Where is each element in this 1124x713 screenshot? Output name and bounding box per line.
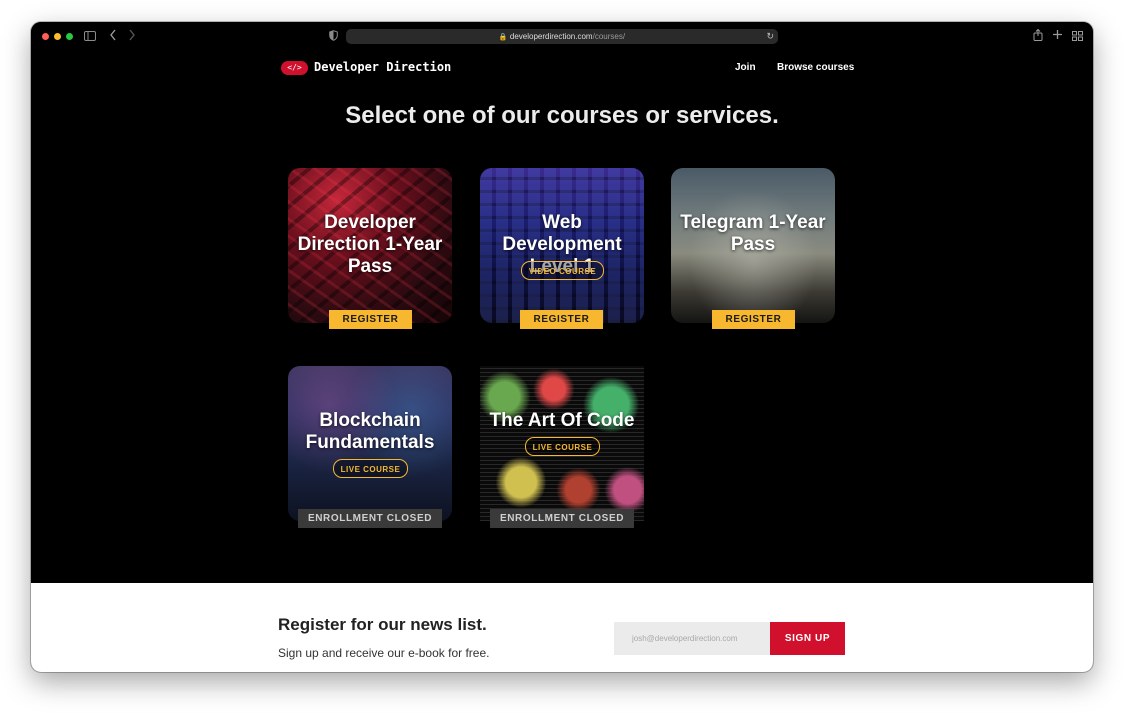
url-path: /courses/	[592, 32, 626, 41]
close-window-button[interactable]	[42, 33, 49, 40]
course-card[interactable]: Developer Direction 1-Year Pass	[288, 168, 452, 323]
minimize-window-button[interactable]	[54, 33, 61, 40]
register-button[interactable]: REGISTER	[712, 310, 795, 329]
course-card[interactable]: The Art Of Code LIVE COURSE	[480, 366, 644, 521]
nav-browse-courses-link[interactable]: Browse courses	[777, 62, 854, 73]
course-card[interactable]: Web Development Level 1 VIDEO COURSE	[480, 168, 644, 323]
back-icon[interactable]	[109, 29, 117, 44]
course-card[interactable]: Blockchain Fundamentals LIVE COURSE	[288, 366, 452, 521]
zoom-window-button[interactable]	[66, 33, 73, 40]
sign-up-button[interactable]: SIGN UP	[770, 622, 845, 655]
course-type-badge: LIVE COURSE	[333, 459, 408, 478]
tab-overview-icon[interactable]	[1072, 30, 1083, 44]
card-title: The Art Of Code	[489, 410, 635, 431]
nav-join-link[interactable]: Join	[735, 62, 756, 73]
register-button[interactable]: REGISTER	[329, 310, 412, 329]
browser-toolbar: 🔒 developerdirection.com/courses/ ↻	[31, 22, 1093, 52]
register-button[interactable]: REGISTER	[520, 310, 603, 329]
card-title: Developer Direction 1-Year Pass	[297, 212, 443, 277]
card-title: Blockchain Fundamentals	[305, 410, 435, 453]
newsletter-section: Register for our news list. Sign up and …	[31, 583, 1093, 672]
browser-window: 🔒 developerdirection.com/courses/ ↻ </> …	[31, 22, 1093, 672]
page-title: Select one of our courses or services.	[345, 102, 779, 129]
enrollment-closed-button[interactable]: ENROLLMENT CLOSED	[490, 509, 634, 528]
course-type-badge: LIVE COURSE	[525, 437, 600, 456]
newsletter-subtitle: Sign up and receive our e-book for free.	[278, 646, 490, 660]
share-icon[interactable]	[1033, 28, 1043, 44]
url-domain: developerdirection.com	[509, 32, 593, 41]
forward-icon[interactable]	[128, 29, 136, 44]
privacy-shield-icon[interactable]	[329, 30, 338, 44]
reload-icon[interactable]: ↻	[766, 29, 774, 44]
logo-badge[interactable]: </>	[281, 61, 308, 75]
site-name[interactable]: Developer Direction	[314, 60, 451, 74]
course-type-badge: VIDEO COURSE	[521, 261, 604, 280]
card-title: Telegram 1-Year Pass	[680, 212, 826, 255]
email-input[interactable]	[614, 622, 770, 655]
address-bar[interactable]: 🔒 developerdirection.com/courses/ ↻	[346, 29, 778, 44]
newsletter-title: Register for our news list.	[278, 615, 487, 634]
sidebar-icon[interactable]	[84, 30, 96, 44]
lock-icon: 🔒	[498, 34, 508, 41]
course-card[interactable]: Telegram 1-Year Pass	[671, 168, 835, 323]
new-tab-icon[interactable]	[1052, 29, 1063, 43]
enrollment-closed-button[interactable]: ENROLLMENT CLOSED	[298, 509, 442, 528]
